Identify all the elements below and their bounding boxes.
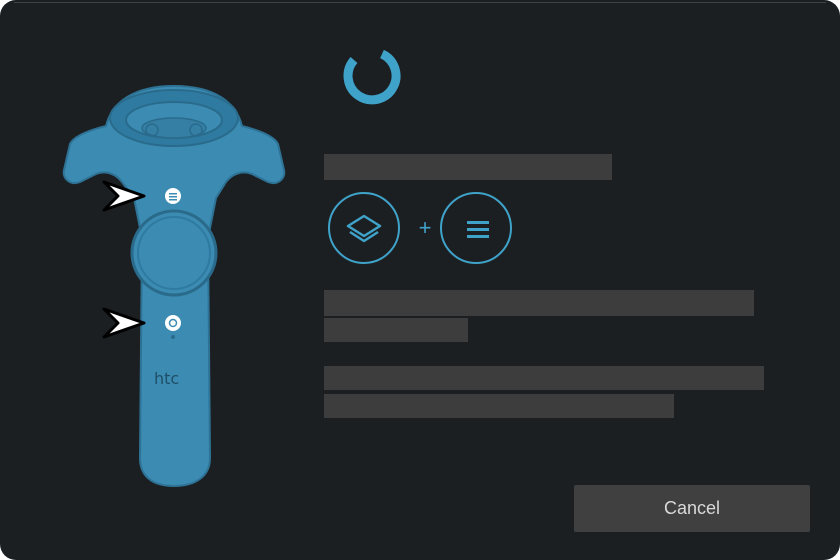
redacted-paragraph-1-line-2 bbox=[324, 318, 468, 342]
controller-drawing: htc bbox=[62, 84, 286, 488]
plus-separator: + bbox=[418, 215, 432, 240]
system-button-icon bbox=[165, 315, 181, 331]
hamburger-menu-icon bbox=[440, 192, 512, 264]
layers-icon bbox=[328, 192, 400, 264]
redacted-paragraph-1-line-1 bbox=[324, 290, 754, 316]
pairing-dialog: htc + Cancel bbox=[0, 0, 840, 560]
redacted-paragraph-2-line-2 bbox=[324, 394, 674, 418]
cancel-button[interactable]: Cancel bbox=[574, 485, 810, 532]
dialog-top-edge bbox=[14, 2, 826, 8]
htc-logo: htc bbox=[154, 369, 179, 388]
vive-controller-illustration: htc bbox=[56, 78, 296, 488]
redacted-heading bbox=[324, 154, 612, 180]
loading-spinner-icon bbox=[332, 38, 404, 110]
redacted-paragraph-2-line-1 bbox=[324, 366, 764, 390]
arrow-pointer-system-icon bbox=[102, 307, 146, 339]
button-combo: + bbox=[328, 192, 520, 268]
